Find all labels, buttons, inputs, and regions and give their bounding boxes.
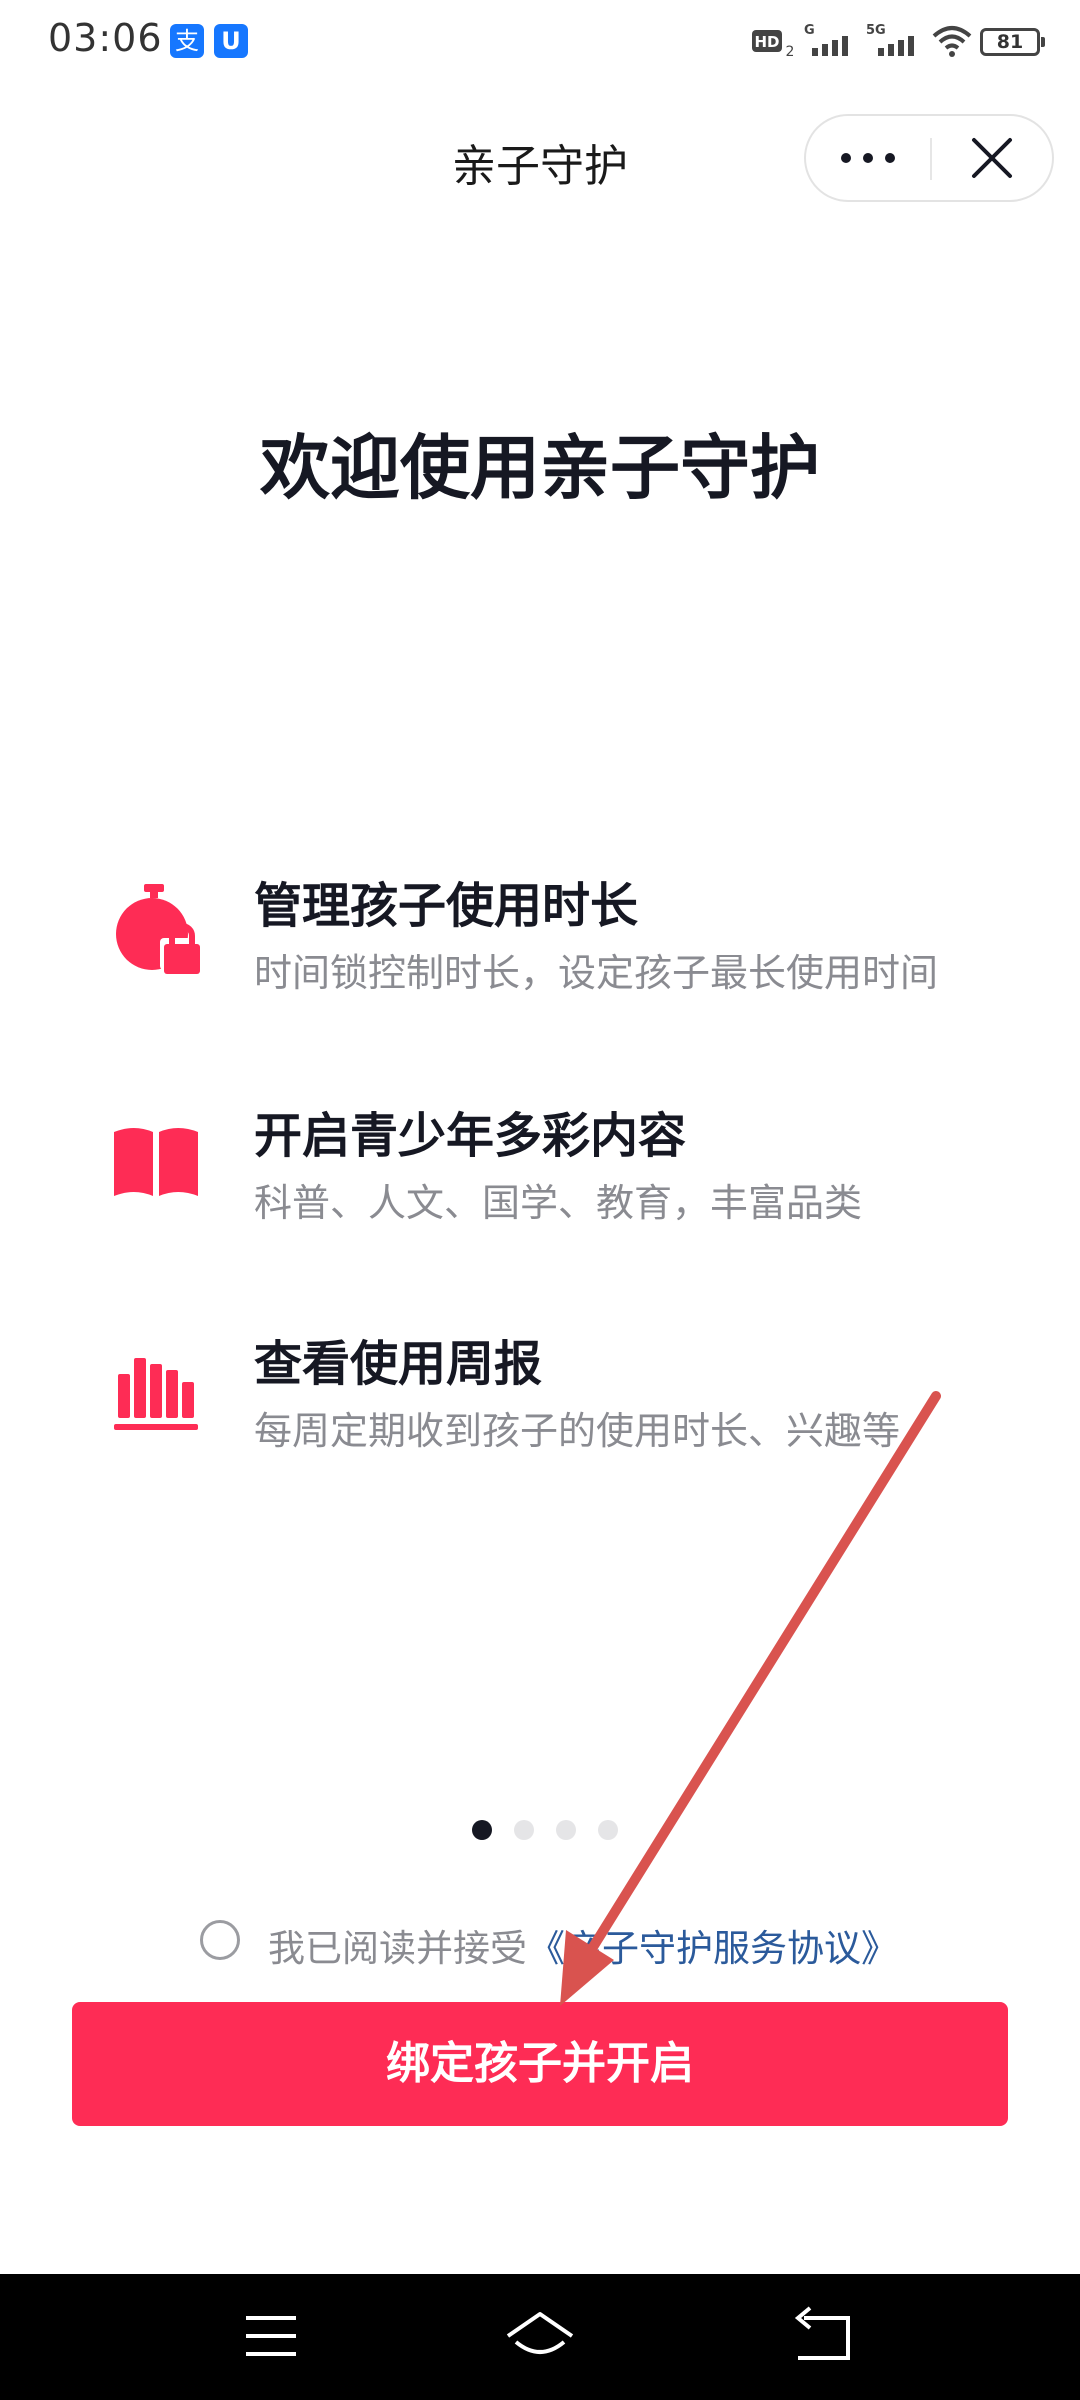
signal-5g-icon: 5G [866, 23, 914, 56]
nav-home-button[interactable] [500, 2304, 580, 2368]
pager-dot [556, 1820, 576, 1840]
feature-item: 管理孩子使用时长 时间锁控制时长，设定孩子最长使用时间 [0, 866, 1080, 1006]
close-button[interactable] [932, 116, 1056, 200]
feature-title: 查看使用周报 [254, 1336, 543, 1392]
pager-dot [514, 1820, 534, 1840]
nav-menu-button[interactable] [232, 2304, 312, 2368]
feature-desc: 时间锁控制时长，设定孩子最长使用时间 [254, 951, 939, 995]
close-icon [972, 138, 1012, 178]
feature-title: 管理孩子使用时长 [254, 878, 639, 934]
bind-child-button[interactable]: 绑定孩子并开启 [72, 2002, 1008, 2126]
feature-item: 开启青少年多彩内容 科普、人文、国学、教育，丰富品类 [0, 1096, 1080, 1236]
feature-item: 查看使用周报 每周定期收到孩子的使用时长、兴趣等 [0, 1324, 1080, 1464]
svg-text:2: 2 [786, 44, 795, 60]
welcome-title: 欢迎使用亲子守护 [260, 427, 820, 509]
home-icon [506, 2312, 574, 2354]
status-icons: HD 2 G 5G 81 [750, 22, 1045, 62]
alipay-icon: 支 [170, 24, 204, 58]
nav-back-button[interactable] [782, 2304, 862, 2368]
feature-title: 开启青少年多彩内容 [254, 1108, 687, 1164]
pager-dot [472, 1820, 492, 1840]
hd-icon: HD 2 [752, 30, 795, 60]
agreement-row: 我已阅读并接受 《亲子守护服务协议》 [0, 1918, 1080, 1970]
feature-desc: 每周定期收到孩子的使用时长、兴趣等 [254, 1409, 901, 1453]
more-button[interactable] [806, 116, 930, 200]
book-icon [114, 1128, 198, 1196]
status-bar: 03:06 支 U HD 2 G 5G 81 [0, 0, 1080, 84]
agreement-link[interactable]: 《亲子守护服务协议》 [528, 1918, 898, 1972]
menu-icon [246, 2316, 296, 2356]
back-icon [794, 2306, 850, 2360]
signal-g-icon: G [804, 23, 848, 56]
wifi-icon [932, 26, 972, 57]
shield-app-icon: U [214, 24, 248, 58]
pager-dot [598, 1820, 618, 1840]
timer-lock-icon [116, 884, 200, 974]
more-dots-icon [841, 153, 895, 163]
signal-g-label: G [804, 23, 815, 38]
status-time: 03:06 [48, 16, 163, 60]
battery-indicator: 81 [980, 28, 1045, 56]
signal-5g-label: 5G [866, 23, 886, 38]
agreement-text: 我已阅读并接受 [268, 1927, 527, 1970]
screen: 03:06 支 U HD 2 G 5G 81 亲子守护 欢迎使用亲子守护 管理孩… [0, 0, 1080, 2400]
system-nav-bar [0, 2274, 1080, 2400]
hd-label: HD [754, 33, 779, 51]
title-bar: 亲子守护 [0, 110, 1080, 210]
bar-chart-icon [114, 1358, 198, 1430]
mini-program-capsule [804, 114, 1054, 202]
feature-desc: 科普、人文、国学、教育，丰富品类 [254, 1181, 863, 1225]
agreement-checkbox[interactable] [200, 1920, 240, 1960]
